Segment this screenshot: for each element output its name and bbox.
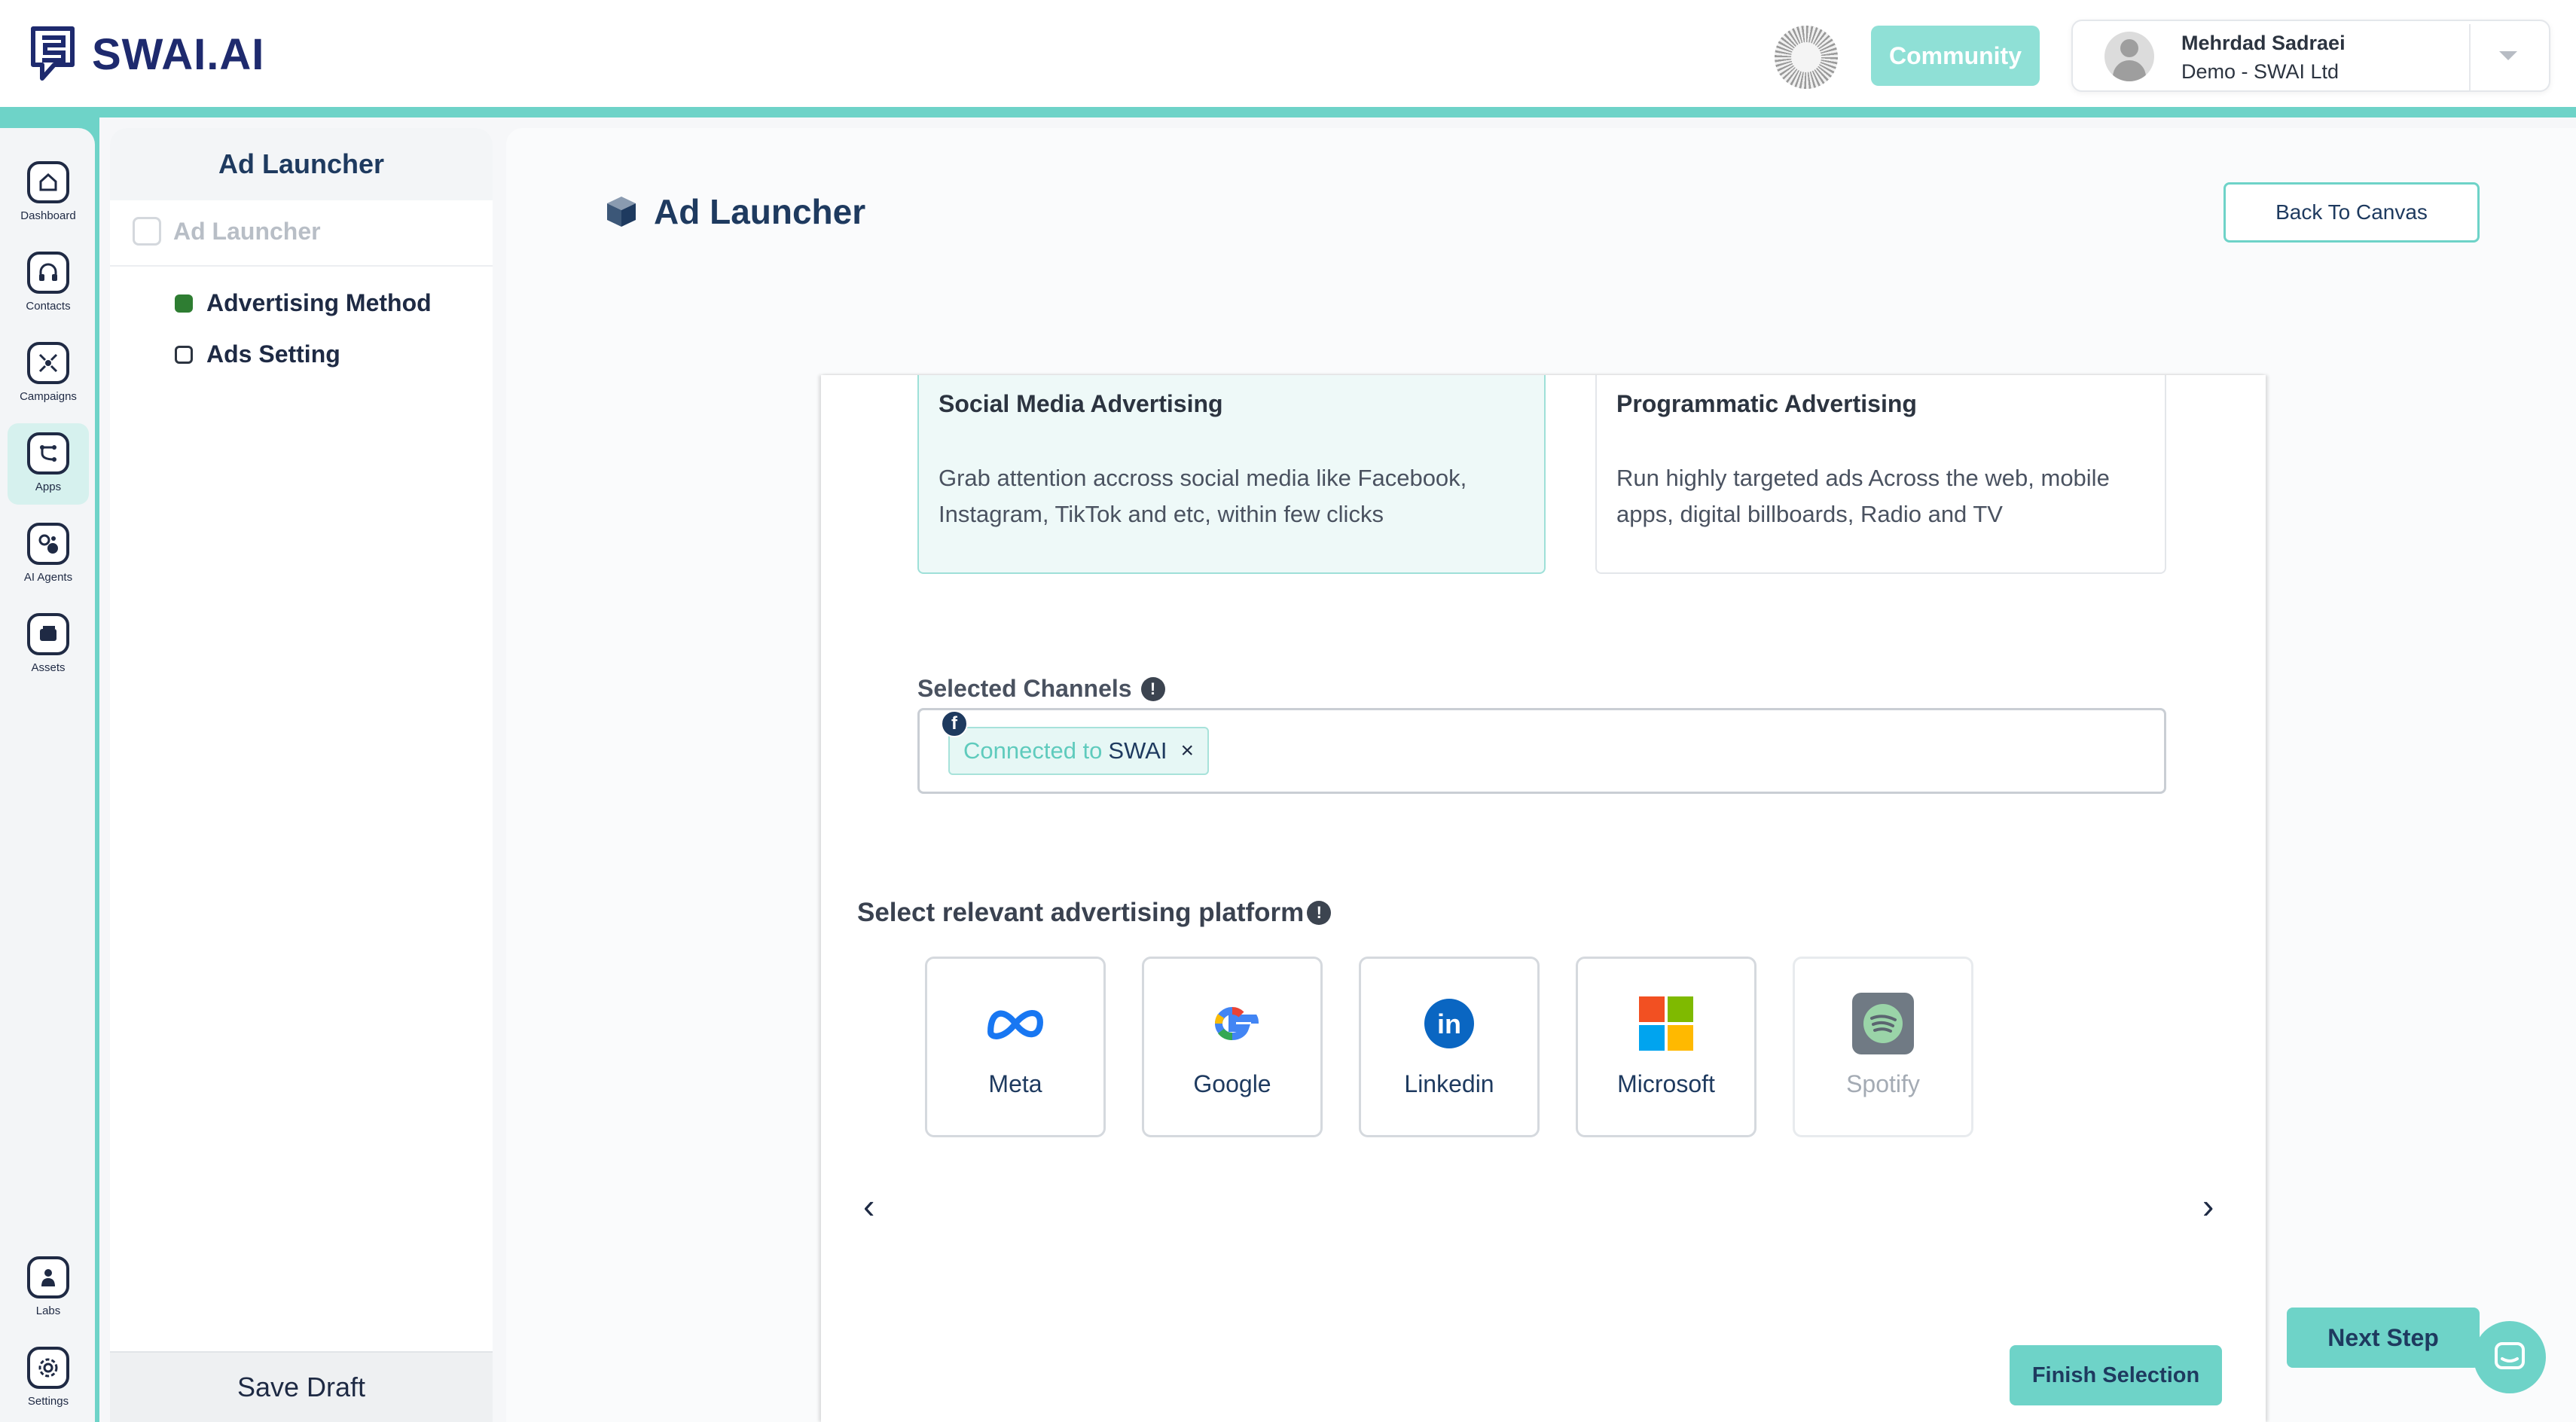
option-title: Programmatic Advertising xyxy=(1616,390,1917,417)
rail-item-assets[interactable]: Assets xyxy=(8,604,89,685)
gear-icon xyxy=(27,1347,69,1389)
divider xyxy=(110,265,493,267)
rail-label: Apps xyxy=(35,481,62,493)
top-bar: SWAI.AI Community Mehrdad Sadraei Demo -… xyxy=(0,0,2576,117)
user-name: Mehrdad Sadraei xyxy=(2181,32,2346,54)
rail-label: Assets xyxy=(31,661,66,674)
back-to-canvas-button[interactable]: Back To Canvas xyxy=(2223,182,2480,243)
rail-label: Campaigns xyxy=(20,390,77,403)
rail-item-apps[interactable]: Apps xyxy=(8,423,89,505)
sidebar-root-item[interactable]: Ad Launcher xyxy=(133,217,321,246)
option-description: Run highly targeted ads Across the web, … xyxy=(1616,465,2110,527)
headset-icon xyxy=(27,252,69,294)
rail-item-labs[interactable]: Labs xyxy=(8,1247,89,1329)
target-icon xyxy=(27,342,69,384)
platform-name: Meta xyxy=(988,1070,1042,1097)
google-icon xyxy=(1201,992,1264,1055)
step-sidebar: Ad Launcher Ad Launcher Advertising Meth… xyxy=(110,128,493,1422)
save-draft-button[interactable]: Save Draft xyxy=(110,1351,493,1422)
spotify-icon xyxy=(1851,992,1915,1055)
platform-name: Linkedin xyxy=(1404,1070,1494,1097)
channel-chip[interactable]: Connected to SWAI × xyxy=(948,727,1210,775)
platform-label-text: Select relevant advertising platform xyxy=(857,898,1305,927)
chat-icon xyxy=(2495,1342,2525,1369)
method-card: Social Media Advertising Grab attention … xyxy=(821,375,2266,1422)
option-social-media[interactable]: Social Media Advertising Grab attention … xyxy=(917,375,1546,574)
platform-name: Google xyxy=(1193,1070,1271,1097)
option-description: Grab attention accross social media like… xyxy=(939,465,1467,527)
rail-label: Labs xyxy=(35,1305,61,1317)
sidebar-root-label: Ad Launcher xyxy=(173,217,321,245)
brand-name: SWAI.AI xyxy=(92,29,265,79)
rail-item-dashboard[interactable]: Dashboard xyxy=(8,152,89,233)
step-advertising-method[interactable]: Advertising Method xyxy=(175,289,432,317)
chip-name: SWAI xyxy=(1108,737,1167,764)
sidebar-title: Ad Launcher xyxy=(110,128,493,200)
close-icon[interactable]: × xyxy=(1181,738,1195,764)
linkedin-icon: in xyxy=(1418,992,1481,1055)
microsoft-icon xyxy=(1634,992,1698,1055)
divider xyxy=(2469,24,2471,90)
cube-icon xyxy=(607,197,636,227)
user-organization: Demo - SWAI Ltd xyxy=(2181,60,2339,83)
step-label: Ads Setting xyxy=(206,340,340,368)
page-title: Ad Launcher xyxy=(604,191,865,232)
checkbox-icon[interactable] xyxy=(133,217,161,246)
meta-icon xyxy=(984,992,1047,1055)
rail-label: AI Agents xyxy=(23,571,73,584)
chevron-down-icon[interactable] xyxy=(2499,51,2517,60)
platform-meta[interactable]: Meta xyxy=(925,957,1106,1137)
page-title-text: Ad Launcher xyxy=(654,192,866,231)
info-icon[interactable]: ! xyxy=(1140,676,1165,701)
rail-label: Settings xyxy=(27,1395,69,1408)
user-menu[interactable]: Mehrdad Sadraei Demo - SWAI Ltd xyxy=(2071,20,2550,92)
step-complete-icon xyxy=(175,294,193,313)
step-ads-setting[interactable]: Ads Setting xyxy=(175,340,340,368)
platform-name: Spotify xyxy=(1846,1070,1920,1097)
rail-label: Contacts xyxy=(26,300,71,313)
selected-channels-input[interactable]: Connected to SWAI × f xyxy=(917,708,2166,794)
platform-linkedin[interactable]: in Linkedin xyxy=(1359,957,1540,1137)
rail-item-ai-agents[interactable]: AI Agents xyxy=(8,514,89,595)
selected-channels-label: Selected Channels ! xyxy=(917,675,1165,703)
platform-label: Select relevant advertising platform ! xyxy=(857,898,1332,928)
rail-item-campaigns[interactable]: Campaigns xyxy=(8,333,89,414)
community-button[interactable]: Community xyxy=(1871,26,2040,86)
svg-text:in: in xyxy=(1437,1009,1461,1039)
facebook-icon: f xyxy=(941,710,968,737)
chevron-right-icon[interactable]: › xyxy=(2202,1186,2214,1226)
rail-label: Dashboard xyxy=(20,209,76,222)
loading-spinner-icon xyxy=(1775,26,1838,89)
step-label: Advertising Method xyxy=(206,289,432,316)
rail-item-contacts[interactable]: Contacts xyxy=(8,243,89,324)
apps-icon xyxy=(27,432,69,475)
logo[interactable]: SWAI.AI xyxy=(30,26,264,83)
chip-status: Connected to xyxy=(963,737,1103,764)
info-icon[interactable]: ! xyxy=(1307,901,1332,925)
assets-icon xyxy=(27,613,69,655)
chat-launcher[interactable] xyxy=(2474,1321,2546,1393)
swai-logo-icon xyxy=(31,26,75,81)
step-pending-icon xyxy=(175,345,193,364)
rail-item-settings[interactable]: Settings xyxy=(8,1338,89,1419)
option-programmatic[interactable]: Programmatic Advertising Run highly targ… xyxy=(1595,375,2166,574)
ai-agents-icon xyxy=(27,523,69,565)
labs-icon xyxy=(27,1256,69,1298)
main-content: Ad Launcher Back To Canvas Social Media … xyxy=(506,128,2576,1422)
nav-rail: Dashboard Contacts Campaigns Apps AI Age… xyxy=(0,117,99,1422)
option-title: Social Media Advertising xyxy=(939,390,1223,417)
next-step-button[interactable]: Next Step xyxy=(2287,1308,2480,1368)
channels-label-text: Selected Channels xyxy=(917,675,1132,702)
avatar xyxy=(2104,32,2154,81)
platform-spotify[interactable]: Spotify xyxy=(1793,957,1973,1137)
home-icon xyxy=(27,161,69,203)
platform-name: Microsoft xyxy=(1617,1070,1715,1097)
platform-google[interactable]: Google xyxy=(1142,957,1323,1137)
chevron-left-icon[interactable]: ‹ xyxy=(863,1186,874,1226)
finish-selection-button[interactable]: Finish Selection xyxy=(2010,1345,2222,1405)
platform-microsoft[interactable]: Microsoft xyxy=(1576,957,1757,1137)
